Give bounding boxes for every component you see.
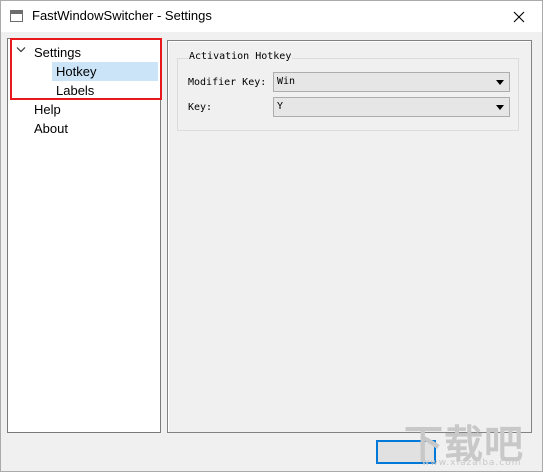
dropdown-arrow-icon [496, 105, 504, 110]
close-icon [513, 11, 525, 22]
tree-item-hotkey[interactable]: Hotkey [52, 62, 158, 81]
app-window-icon [10, 10, 23, 22]
tree-item-settings[interactable]: Settings [34, 43, 81, 62]
ok-button[interactable] [376, 440, 436, 464]
modifier-key-value: Win [277, 76, 296, 87]
tree-item-about[interactable]: About [34, 119, 68, 138]
window-title: FastWindowSwitcher - Settings [32, 8, 212, 23]
chevron-down-icon[interactable] [16, 46, 26, 54]
tree-item-help[interactable]: Help [34, 100, 61, 119]
key-select[interactable]: Y [273, 97, 510, 117]
key-value: Y [277, 101, 284, 112]
dropdown-arrow-icon [496, 80, 504, 85]
key-label: Key: [188, 102, 213, 113]
settings-tree[interactable]: Settings Hotkey Labels Help About [7, 38, 161, 433]
title-bar: FastWindowSwitcher - Settings [1, 1, 542, 32]
activation-hotkey-group [177, 58, 519, 131]
modifier-key-select[interactable]: Win [273, 72, 510, 92]
modifier-key-label: Modifier Key: [188, 77, 267, 88]
close-button[interactable] [496, 1, 542, 32]
activation-hotkey-title: Activation Hotkey [188, 51, 293, 62]
tree-item-labels[interactable]: Labels [52, 81, 158, 100]
